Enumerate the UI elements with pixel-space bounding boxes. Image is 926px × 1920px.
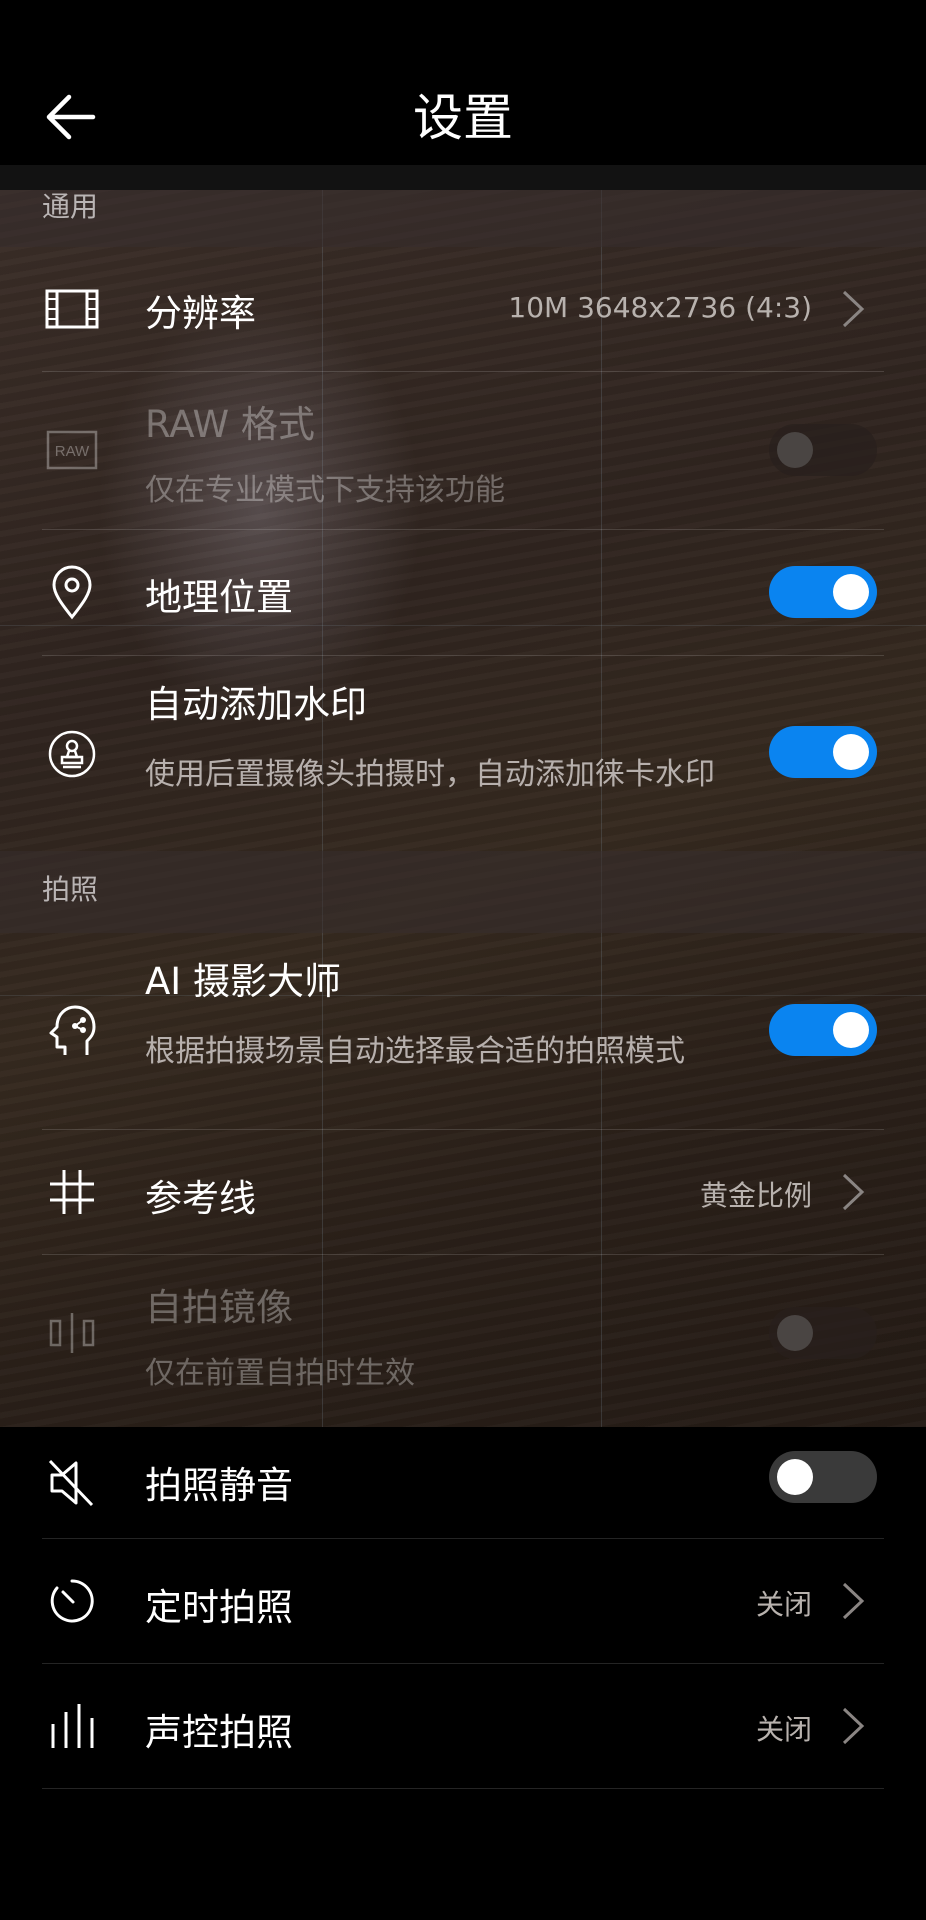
chevron-right-icon xyxy=(842,1582,865,1620)
setting-label: 参考线 xyxy=(145,1177,256,1220)
setting-label: 分辨率 xyxy=(145,292,256,335)
setting-resolution[interactable]: 分辨率 10M 3648x2736 (4:3) xyxy=(0,247,926,371)
setting-shutter-mute[interactable]: 拍照静音 xyxy=(0,1427,926,1538)
setting-label: 声控拍照 xyxy=(145,1711,293,1754)
setting-value: 关闭 xyxy=(755,1588,812,1621)
section-header-label: 通用 xyxy=(42,190,99,223)
setting-label: 定时拍照 xyxy=(145,1586,293,1629)
speaker-muted-icon xyxy=(40,1451,104,1515)
setting-description: 根据拍摄场景自动选择最合适的拍照模式 xyxy=(145,1034,685,1069)
setting-raw-format[interactable]: RAW RAW 格式 仅在专业模式下支持该功能 xyxy=(0,372,926,529)
chevron-right-icon xyxy=(842,1707,865,1745)
section-header-photo: 拍照 xyxy=(0,851,926,933)
setting-label: RAW 格式 xyxy=(145,403,315,446)
setting-description: 仅在专业模式下支持该功能 xyxy=(145,473,505,508)
stamp-icon xyxy=(40,722,104,786)
timer-icon xyxy=(40,1569,104,1633)
shutter-mute-toggle[interactable] xyxy=(769,1451,877,1503)
setting-label: AI 摄影大师 xyxy=(145,960,341,1003)
section-header-label: 拍照 xyxy=(42,873,99,906)
setting-label: 自动添加水印 xyxy=(145,683,367,726)
mirror-icon xyxy=(40,1301,104,1365)
grid-icon xyxy=(40,1160,104,1224)
setting-location[interactable]: 地理位置 xyxy=(0,530,926,655)
setting-value: 10M 3648x2736 (4:3) xyxy=(508,291,812,324)
section-header-general: 通用 xyxy=(0,190,926,247)
raw-format-toggle[interactable] xyxy=(769,424,877,476)
setting-selfie-mirror[interactable]: 自拍镜像 仅在前置自拍时生效 xyxy=(0,1255,926,1412)
setting-ai-master[interactable]: AI 摄影大师 根据拍摄场景自动选择最合适的拍照模式 xyxy=(0,933,926,1129)
setting-value: 关闭 xyxy=(755,1713,812,1746)
setting-timer[interactable]: 定时拍照 关闭 xyxy=(0,1539,926,1663)
setting-description: 使用后置摄像头拍摄时，自动添加徕卡水印 xyxy=(145,757,715,792)
setting-label: 拍照静音 xyxy=(145,1464,293,1507)
watermark-toggle[interactable] xyxy=(769,726,877,778)
setting-description: 仅在前置自拍时生效 xyxy=(145,1356,415,1391)
raw-icon: RAW xyxy=(40,418,104,482)
ai-head-icon xyxy=(40,999,104,1063)
chevron-right-icon xyxy=(842,290,865,328)
svg-text:RAW: RAW xyxy=(55,443,90,460)
voice-bars-icon xyxy=(40,1694,104,1758)
setting-value: 黄金比例 xyxy=(699,1179,812,1212)
setting-watermark[interactable]: 自动添加水印 使用后置摄像头拍摄时，自动添加徕卡水印 xyxy=(0,656,926,851)
film-frame-icon xyxy=(40,277,104,341)
setting-gridlines[interactable]: 参考线 黄金比例 xyxy=(0,1130,926,1254)
header-divider xyxy=(0,165,926,190)
setting-label: 地理位置 xyxy=(145,576,293,619)
page-title: 设置 xyxy=(413,89,513,147)
divider xyxy=(42,1788,884,1789)
chevron-right-icon xyxy=(842,1173,865,1211)
location-pin-icon xyxy=(40,560,104,624)
selfie-mirror-toggle[interactable] xyxy=(769,1307,877,1359)
location-toggle[interactable] xyxy=(769,566,877,618)
top-app-bar: 设置 xyxy=(0,0,926,165)
ai-master-toggle[interactable] xyxy=(769,1004,877,1056)
setting-label: 自拍镜像 xyxy=(145,1286,293,1329)
setting-voice-capture[interactable]: 声控拍照 关闭 xyxy=(0,1664,926,1788)
